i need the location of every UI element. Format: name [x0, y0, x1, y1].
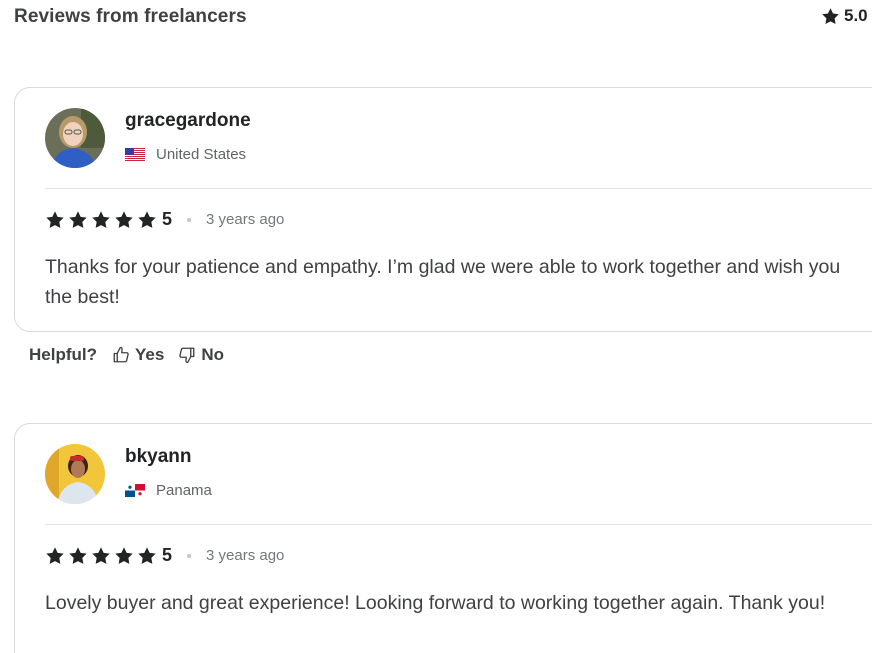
reviewer-avatar[interactable]: [45, 108, 105, 168]
review-card: bkyann Panama 5 3 years ago Lovely buyer…: [14, 423, 872, 653]
star-rating: [45, 210, 157, 230]
star-icon: [138, 546, 156, 564]
thumbs-up-icon: [113, 346, 129, 363]
yes-label: Yes: [135, 345, 165, 364]
helpful-label: Helpful?: [29, 345, 97, 364]
divider: [45, 188, 872, 189]
star-icon: [822, 7, 839, 24]
separator-dot: [187, 217, 192, 222]
star-icon: [69, 546, 87, 564]
reviews-section: Reviews from freelancers 5.0 gracegardon…: [0, 0, 872, 653]
rating-value: 5: [162, 545, 173, 565]
panama-flag-icon: [125, 484, 145, 497]
review-time: 3 years ago: [206, 547, 285, 564]
separator-dot: [187, 553, 192, 558]
helpful-feedback: Helpful? Yes No: [29, 345, 238, 365]
overall-rating-value: 5.0: [844, 6, 868, 25]
helpful-no-button[interactable]: No: [178, 345, 224, 365]
star-icon: [115, 210, 133, 228]
helpful-yes-button[interactable]: Yes: [112, 345, 164, 365]
reviewer-username[interactable]: bkyann: [125, 446, 192, 468]
review-time: 3 years ago: [206, 211, 285, 228]
review-text: Thanks for your patience and empathy. I’…: [45, 256, 841, 308]
review-text: Lovely buyer and great experience! Looki…: [45, 592, 826, 614]
star-rating: [45, 546, 157, 566]
star-icon: [92, 210, 110, 228]
star-icon: [138, 210, 156, 228]
overall-rating: 5.0: [821, 6, 868, 26]
divider: [45, 524, 872, 525]
review-rating: 5 3 years ago: [45, 209, 284, 230]
no-label: No: [201, 345, 224, 364]
country-name: United States: [156, 146, 247, 163]
us-flag-icon: [125, 148, 145, 161]
star-icon: [46, 546, 64, 564]
review-card: gracegardone United States 5 3 years ago…: [14, 87, 872, 332]
rating-value: 5: [162, 209, 173, 229]
thumbs-down-icon: [179, 347, 195, 364]
reviewer-country: United States: [125, 146, 246, 163]
star-icon: [92, 546, 110, 564]
star-icon: [115, 546, 133, 564]
reviewer-username[interactable]: gracegardone: [125, 110, 251, 132]
star-icon: [46, 210, 64, 228]
star-icon: [69, 210, 87, 228]
review-rating: 5 3 years ago: [45, 545, 284, 566]
country-name: Panama: [156, 482, 212, 499]
reviewer-avatar[interactable]: [45, 444, 105, 504]
reviewer-country: Panama: [125, 482, 212, 499]
section-title: Reviews from freelancers: [14, 6, 247, 27]
